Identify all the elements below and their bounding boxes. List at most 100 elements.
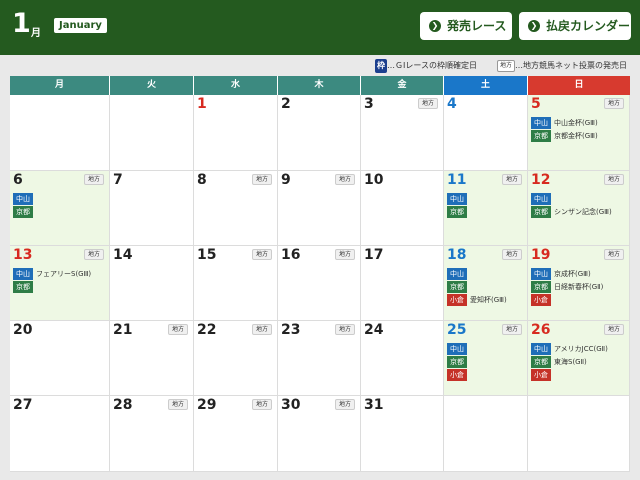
sale-races-button[interactable]: ❯ 発売レース	[420, 12, 512, 40]
venue-tag[interactable]: 中山	[447, 268, 467, 280]
calendar-day-cell[interactable]: 9 地方	[278, 171, 361, 246]
race-event[interactable]: 京都	[447, 356, 467, 368]
calendar-day-cell[interactable]: 16 地方	[278, 246, 361, 321]
race-event[interactable]: 中山 アメリカJCC(GⅡ)	[531, 343, 608, 355]
calendar-day-cell[interactable]: 2	[278, 95, 361, 171]
race-event[interactable]: 小倉	[531, 369, 551, 381]
race-event[interactable]: 中山	[531, 193, 551, 205]
calendar-day-cell[interactable]: 30 地方	[278, 396, 361, 472]
chiho-badge[interactable]: 地方	[417, 98, 438, 109]
race-event[interactable]: 京都 日経新春杯(GⅡ)	[531, 281, 603, 293]
race-event[interactable]: 中山 中山金杯(GⅢ)	[531, 117, 598, 129]
calendar-day-cell[interactable]: 29 地方	[194, 396, 278, 472]
venue-tag[interactable]: 中山	[531, 193, 551, 205]
chiho-badge[interactable]: 地方	[501, 324, 522, 335]
race-event[interactable]: 京都	[13, 206, 33, 218]
race-name[interactable]: アメリカJCC(GⅡ)	[554, 343, 608, 355]
calendar-day-cell[interactable]: 22 地方	[194, 321, 278, 396]
race-event[interactable]: 京都	[13, 281, 33, 293]
calendar-day-cell[interactable]: 10	[361, 171, 444, 246]
calendar-day-cell[interactable]: 11 地方 中山 京都	[444, 171, 528, 246]
calendar-day-cell[interactable]: 31	[361, 396, 444, 472]
calendar-day-cell[interactable]: 4	[444, 95, 528, 171]
chiho-badge[interactable]: 地方	[334, 174, 355, 185]
calendar-day-cell[interactable]: 24	[361, 321, 444, 396]
race-name[interactable]: 京都金杯(GⅢ)	[554, 130, 598, 142]
chiho-badge[interactable]: 地方	[501, 174, 522, 185]
race-name[interactable]: 日経新春杯(GⅡ)	[554, 281, 603, 293]
race-event[interactable]: 小倉	[531, 294, 551, 306]
venue-tag[interactable]: 京都	[13, 281, 33, 293]
venue-tag[interactable]: 京都	[531, 130, 551, 142]
calendar-day-cell[interactable]: 15 地方	[194, 246, 278, 321]
venue-tag[interactable]: 京都	[531, 206, 551, 218]
venue-tag[interactable]: 中山	[447, 193, 467, 205]
race-event[interactable]: 小倉 愛知杯(GⅢ)	[447, 294, 507, 306]
chiho-badge[interactable]: 地方	[83, 174, 104, 185]
calendar-day-cell[interactable]: 6 地方 中山 京都	[10, 171, 110, 246]
venue-tag[interactable]: 小倉	[447, 369, 467, 381]
venue-tag[interactable]: 中山	[447, 343, 467, 355]
calendar-day-cell[interactable]: 21 地方	[110, 321, 194, 396]
venue-tag[interactable]: 京都	[447, 206, 467, 218]
chiho-badge[interactable]: 地方	[603, 324, 624, 335]
venue-tag[interactable]: 京都	[531, 356, 551, 368]
calendar-day-cell[interactable]: 13 地方 中山 フェアリーS(GⅢ) 京都	[10, 246, 110, 321]
chiho-badge[interactable]: 地方	[167, 324, 188, 335]
calendar-day-cell[interactable]: 26 地方 中山 アメリカJCC(GⅡ) 京都 東海S(GⅡ) 小倉	[528, 321, 630, 396]
calendar-day-cell[interactable]: 1	[194, 95, 278, 171]
venue-tag[interactable]: 京都	[447, 356, 467, 368]
race-event[interactable]: 中山	[447, 193, 467, 205]
race-event[interactable]: 中山	[447, 268, 467, 280]
race-event[interactable]: 中山	[13, 193, 33, 205]
calendar-day-cell[interactable]: 7	[110, 171, 194, 246]
venue-tag[interactable]: 京都	[531, 281, 551, 293]
calendar-day-cell[interactable]: 27	[10, 396, 110, 472]
chiho-badge[interactable]: 地方	[83, 249, 104, 260]
chiho-badge[interactable]: 地方	[167, 399, 188, 410]
race-name[interactable]: シンザン記念(GⅢ)	[554, 206, 612, 218]
race-event[interactable]: 小倉	[447, 369, 467, 381]
chiho-badge[interactable]: 地方	[501, 249, 522, 260]
venue-tag[interactable]: 小倉	[531, 294, 551, 306]
chiho-badge[interactable]: 地方	[603, 174, 624, 185]
calendar-day-cell[interactable]: 12 地方 中山 京都 シンザン記念(GⅢ)	[528, 171, 630, 246]
race-name[interactable]: 京成杯(GⅢ)	[554, 268, 591, 280]
chiho-badge[interactable]: 地方	[334, 249, 355, 260]
chiho-badge[interactable]: 地方	[251, 399, 272, 410]
venue-tag[interactable]: 小倉	[447, 294, 467, 306]
race-event[interactable]: 中山 フェアリーS(GⅢ)	[13, 268, 91, 280]
chiho-badge[interactable]: 地方	[603, 98, 624, 109]
race-name[interactable]: 中山金杯(GⅢ)	[554, 117, 598, 129]
calendar-day-cell[interactable]: 25 地方 中山 京都 小倉	[444, 321, 528, 396]
venue-tag[interactable]: 京都	[447, 281, 467, 293]
race-event[interactable]: 中山	[447, 343, 467, 355]
race-event[interactable]: 京都 東海S(GⅡ)	[531, 356, 587, 368]
race-event[interactable]: 京都 京都金杯(GⅢ)	[531, 130, 598, 142]
refund-calendar-button[interactable]: ❯ 払戻カレンダー	[519, 12, 631, 40]
race-name[interactable]: フェアリーS(GⅢ)	[36, 268, 91, 280]
venue-tag[interactable]: 中山	[531, 343, 551, 355]
chiho-badge[interactable]: 地方	[334, 324, 355, 335]
calendar-day-cell[interactable]: 8 地方	[194, 171, 278, 246]
race-event[interactable]: 京都 シンザン記念(GⅢ)	[531, 206, 612, 218]
calendar-day-cell[interactable]: 19 地方 中山 京成杯(GⅢ) 京都 日経新春杯(GⅡ) 小倉	[528, 246, 630, 321]
calendar-day-cell[interactable]: 28 地方	[110, 396, 194, 472]
race-event[interactable]: 京都	[447, 206, 467, 218]
venue-tag[interactable]: 中山	[531, 117, 551, 129]
calendar-day-cell[interactable]: 17	[361, 246, 444, 321]
chiho-badge[interactable]: 地方	[251, 249, 272, 260]
race-event[interactable]: 京都	[447, 281, 467, 293]
venue-tag[interactable]: 京都	[13, 206, 33, 218]
calendar-day-cell[interactable]: 18 地方 中山 京都 小倉 愛知杯(GⅢ)	[444, 246, 528, 321]
calendar-day-cell[interactable]: 5 地方 中山 中山金杯(GⅢ) 京都 京都金杯(GⅢ)	[528, 95, 630, 171]
calendar-day-cell[interactable]: 23 地方	[278, 321, 361, 396]
chiho-badge[interactable]: 地方	[603, 249, 624, 260]
calendar-day-cell[interactable]: 14	[110, 246, 194, 321]
race-event[interactable]: 中山 京成杯(GⅢ)	[531, 268, 591, 280]
race-name[interactable]: 東海S(GⅡ)	[554, 356, 587, 368]
calendar-day-cell[interactable]: 3 地方	[361, 95, 444, 171]
venue-tag[interactable]: 中山	[13, 268, 33, 280]
venue-tag[interactable]: 小倉	[531, 369, 551, 381]
venue-tag[interactable]: 中山	[13, 193, 33, 205]
